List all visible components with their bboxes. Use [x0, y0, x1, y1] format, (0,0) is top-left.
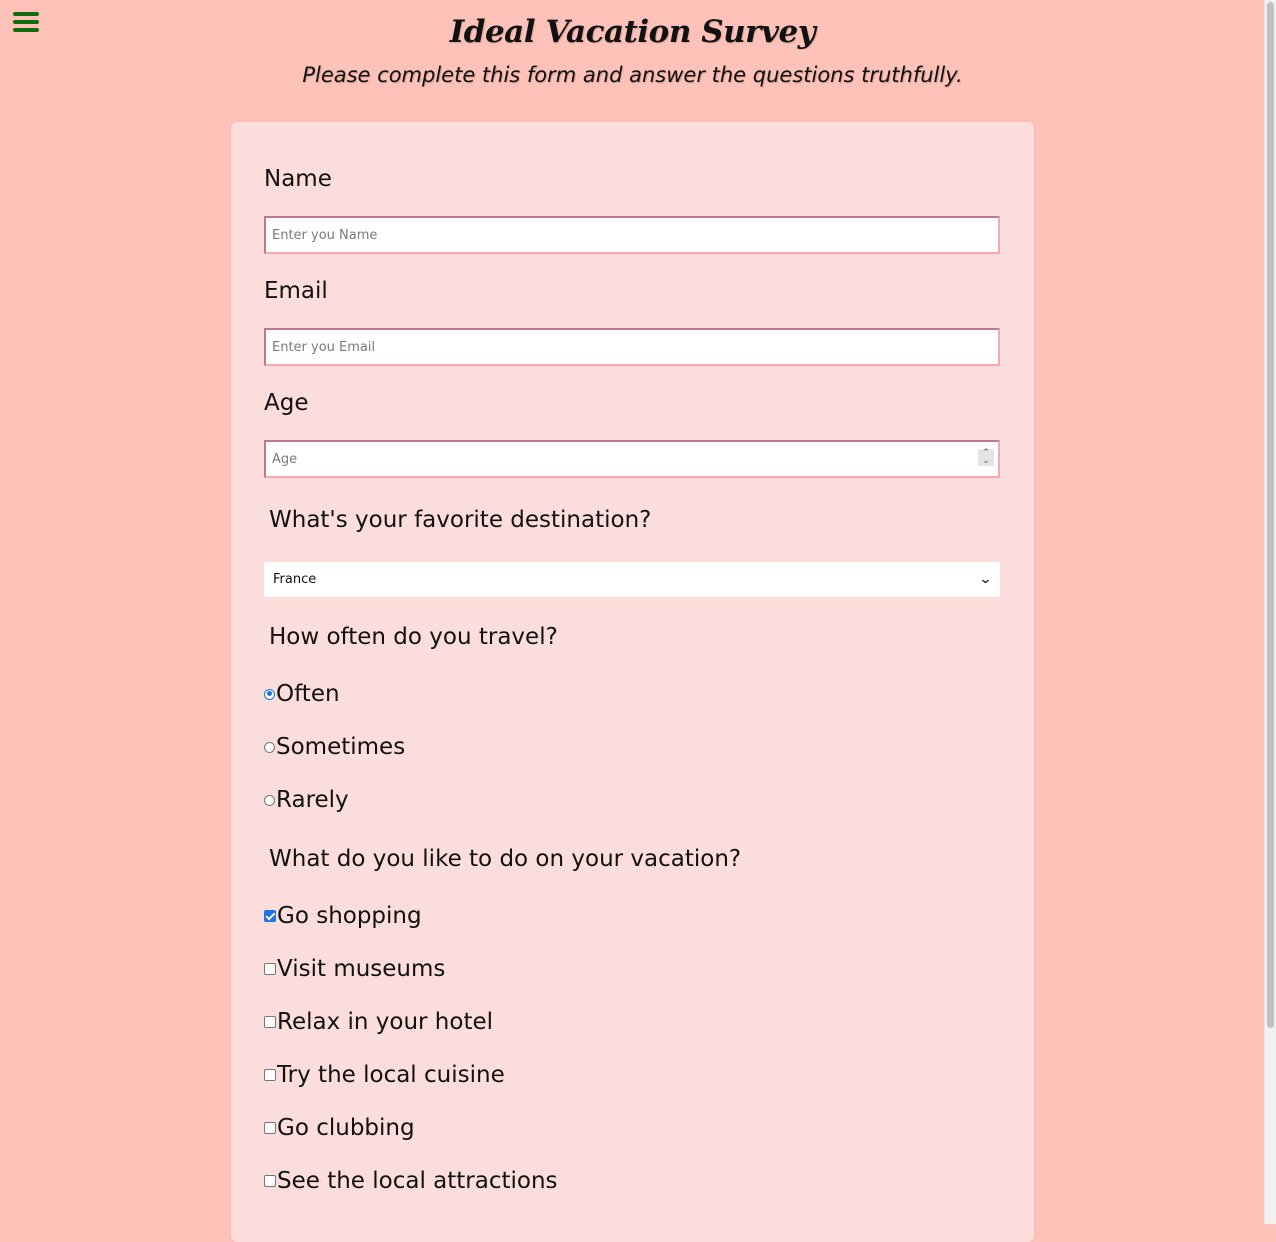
- vertical-scrollbar[interactable]: [1264, 0, 1276, 1224]
- destination-label: What's your favorite destination?: [269, 507, 652, 533]
- radio-option-often[interactable]: Often: [264, 681, 340, 707]
- age-input[interactable]: [264, 440, 1000, 478]
- checkbox-option-see-local-attractions[interactable]: See the local attractions: [264, 1168, 558, 1194]
- radio-label: Sometimes: [276, 734, 406, 760]
- page-subtitle: Please complete this form and answer the…: [302, 63, 963, 87]
- age-label: Age: [264, 390, 309, 416]
- email-input[interactable]: [264, 328, 1000, 366]
- radio-option-rarely[interactable]: Rarely: [264, 787, 349, 813]
- checkbox-option-go-shopping[interactable]: Go shopping: [264, 903, 422, 929]
- name-label: Name: [264, 166, 332, 192]
- checkbox[interactable]: [264, 1016, 276, 1028]
- destination-select[interactable]: France ⌄: [264, 562, 1000, 597]
- checkbox[interactable]: [264, 910, 276, 922]
- frequency-label: How often do you travel?: [269, 624, 558, 650]
- destination-selected-value: France: [273, 572, 317, 587]
- checkbox-label: Go shopping: [277, 903, 422, 929]
- checkbox-label: Relax in your hotel: [277, 1009, 494, 1035]
- activities-label: What do you like to do on your vacation?: [269, 846, 742, 872]
- checkbox[interactable]: [264, 1069, 276, 1081]
- checkbox-label: See the local attractions: [277, 1168, 558, 1194]
- checkbox-label: Visit museums: [277, 956, 446, 982]
- age-field: ⌃ ⌄: [231, 440, 1034, 478]
- checkbox-option-relax-in-hotel[interactable]: Relax in your hotel: [264, 1009, 493, 1035]
- chevron-down-icon: ⌄: [978, 572, 993, 587]
- email-label: Email: [264, 278, 328, 304]
- checkbox[interactable]: [264, 963, 276, 975]
- checkbox-option-try-local-cuisine[interactable]: Try the local cuisine: [264, 1062, 505, 1088]
- radio-label: Rarely: [276, 787, 349, 813]
- age-stepper[interactable]: ⌃ ⌄: [978, 449, 994, 466]
- checkbox-option-go-clubbing[interactable]: Go clubbing: [264, 1115, 415, 1141]
- radio-label: Often: [276, 681, 340, 707]
- checkbox[interactable]: [264, 1175, 276, 1187]
- page-title: Ideal Vacation Survey: [449, 14, 816, 50]
- radio-button[interactable]: [264, 794, 275, 806]
- checkbox-option-visit-museums[interactable]: Visit museums: [264, 956, 445, 982]
- name-input[interactable]: [264, 216, 1000, 254]
- radio-button[interactable]: [264, 741, 275, 753]
- radio-button[interactable]: [264, 688, 275, 700]
- radio-option-sometimes[interactable]: Sometimes: [264, 734, 405, 760]
- stepper-down-icon[interactable]: ⌄: [978, 457, 994, 466]
- scrollbar-thumb[interactable]: [1267, 2, 1274, 1028]
- checkbox-label: Try the local cuisine: [277, 1062, 505, 1088]
- checkbox[interactable]: [264, 1122, 276, 1134]
- checkbox-label: Go clubbing: [277, 1115, 415, 1141]
- survey-form: Name Email Age ⌃ ⌄ What's your favorite …: [231, 122, 1034, 1242]
